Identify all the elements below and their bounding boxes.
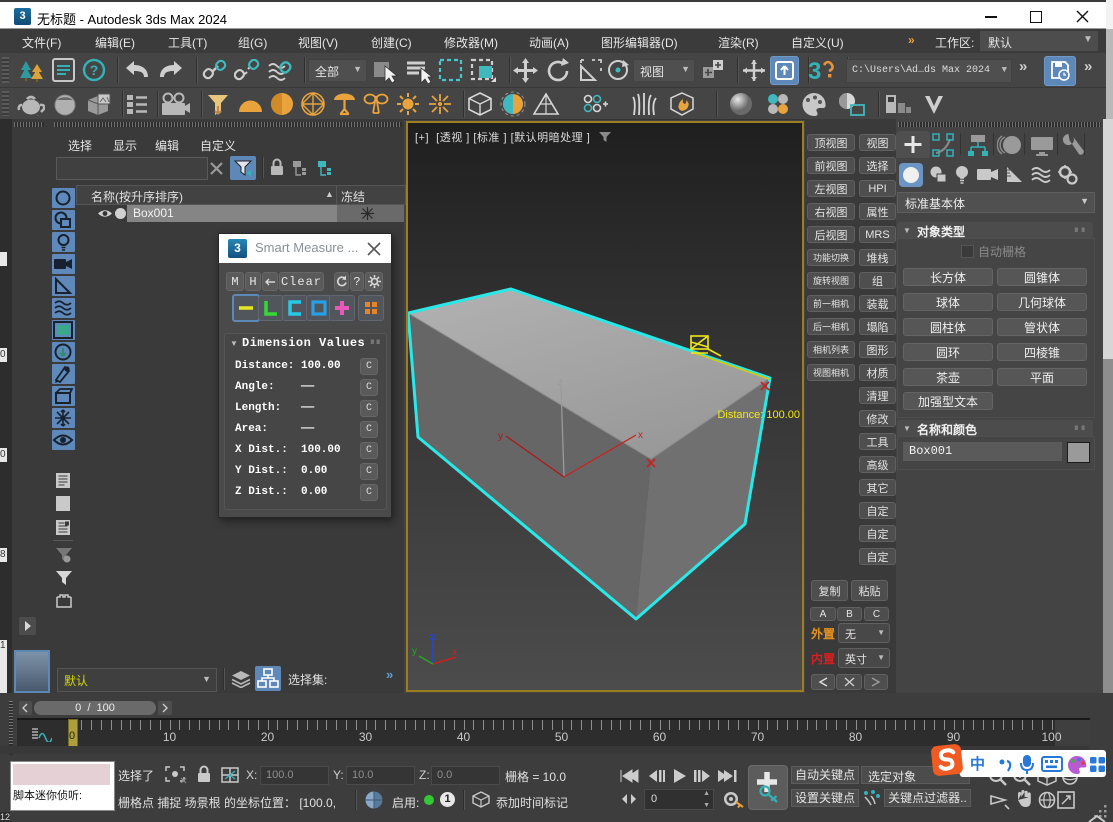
svg-text:?: ? xyxy=(90,62,99,78)
svg-text:3: 3 xyxy=(808,58,821,84)
svg-text:y: y xyxy=(498,431,503,442)
svg-text:z: z xyxy=(558,377,563,388)
svg-text:x: x xyxy=(638,430,643,441)
svg-text:y: y xyxy=(412,646,417,657)
svg-text:Distance: 100.00: Distance: 100.00 xyxy=(717,409,800,421)
svg-text:x: x xyxy=(452,647,457,658)
